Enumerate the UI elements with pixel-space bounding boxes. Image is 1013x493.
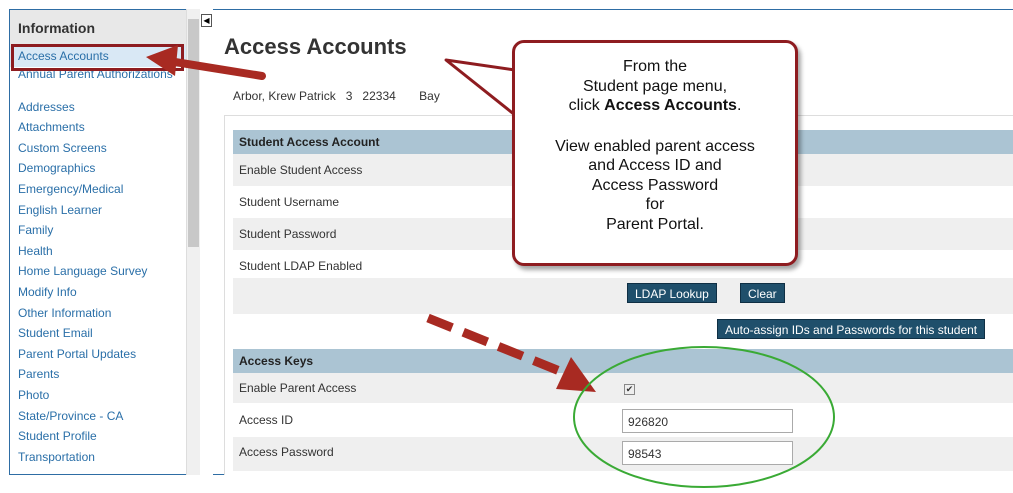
sidebar-item-student-email[interactable]: Student Email bbox=[10, 323, 200, 344]
sidebar-item-english-learner[interactable]: English Learner bbox=[10, 200, 200, 221]
sidebar-item-family[interactable]: Family bbox=[10, 220, 200, 241]
sidebar-item-home-language-survey[interactable]: Home Language Survey bbox=[10, 261, 200, 282]
callout-line-6: Access Password bbox=[591, 176, 719, 194]
student-school: Bay bbox=[419, 89, 440, 103]
student-id: 22334 bbox=[362, 89, 396, 103]
callout-line-3: click Access Accounts. bbox=[515, 96, 795, 116]
sidebar-item-custom-screens[interactable]: Custom Screens bbox=[10, 138, 200, 159]
sidebar-item-health[interactable]: Health bbox=[10, 241, 200, 262]
sidebar-scrollbar[interactable] bbox=[186, 9, 200, 475]
callout-line-7: for bbox=[645, 196, 665, 213]
sidebar-nav: Information Access Accounts Annual Parent… bbox=[9, 9, 200, 475]
callout-line-1: From the bbox=[622, 58, 687, 75]
callout-line-3-prefix: click bbox=[568, 97, 605, 114]
sidebar-item-attachments[interactable]: Attachments bbox=[10, 117, 200, 138]
sidebar-item-modify-info[interactable]: Modify Info bbox=[10, 282, 200, 303]
clear-button[interactable]: Clear bbox=[740, 283, 785, 303]
sidebar-item-state-province-ca[interactable]: State/Province - CA bbox=[10, 406, 200, 427]
sidebar-list: Access Accounts Annual Parent Authorizati… bbox=[10, 46, 200, 467]
collapse-sidebar-icon[interactable]: ◀ bbox=[201, 14, 212, 27]
page-title: Access Accounts bbox=[224, 34, 407, 59]
access-password-field[interactable]: 98543 bbox=[622, 441, 793, 465]
sidebar-item-demographics[interactable]: Demographics bbox=[10, 158, 200, 179]
access-id-field[interactable]: 926820 bbox=[622, 409, 793, 433]
sidebar-item-annual-parent-authorizations[interactable]: Annual Parent Authorizations bbox=[10, 67, 200, 97]
student-name: Arbor, Krew Patrick bbox=[233, 89, 336, 103]
sidebar-item-student-profile[interactable]: Student Profile bbox=[10, 426, 200, 447]
access-keys-header: Access Keys bbox=[233, 349, 1013, 373]
sidebar-title: Information bbox=[10, 10, 200, 46]
ldap-buttons-row bbox=[233, 278, 1013, 314]
sidebar-item-parents[interactable]: Parents bbox=[10, 364, 200, 385]
sidebar-item-photo[interactable]: Photo bbox=[10, 385, 200, 406]
callout-line-3-bold: Access Accounts bbox=[604, 97, 737, 114]
enable-parent-access-label: Enable Parent Access bbox=[233, 373, 1013, 403]
enable-parent-access-checkbox[interactable]: ✔ bbox=[624, 384, 635, 395]
scrollbar-thumb[interactable] bbox=[188, 19, 199, 247]
callout-line-8: Parent Portal. bbox=[606, 215, 704, 233]
callout-line-2: Student page menu, bbox=[582, 77, 728, 95]
student-info-line: Arbor, Krew Patrick 3 22334 Bay bbox=[233, 89, 440, 103]
sidebar-item-other-information[interactable]: Other Information bbox=[10, 303, 200, 324]
sidebar-item-parent-portal-updates[interactable]: Parent Portal Updates bbox=[10, 344, 200, 365]
student-grade: 3 bbox=[345, 89, 353, 103]
sidebar-item-addresses[interactable]: Addresses bbox=[10, 97, 200, 118]
sidebar-item-emergency-medical[interactable]: Emergency/Medical bbox=[10, 179, 200, 200]
callout-line-4: View enabled parent access bbox=[555, 137, 755, 155]
instruction-callout: From the Student page menu, click Access… bbox=[512, 40, 798, 266]
callout-line-3-suffix: . bbox=[736, 97, 742, 114]
auto-assign-button[interactable]: Auto-assign IDs and Passwords for this s… bbox=[717, 319, 986, 339]
ldap-lookup-button[interactable]: LDAP Lookup bbox=[627, 283, 717, 303]
callout-line-5: and Access ID and bbox=[588, 157, 722, 174]
highlight-box-access-accounts bbox=[11, 44, 184, 71]
sidebar-item-transportation[interactable]: Transportation bbox=[10, 447, 200, 468]
